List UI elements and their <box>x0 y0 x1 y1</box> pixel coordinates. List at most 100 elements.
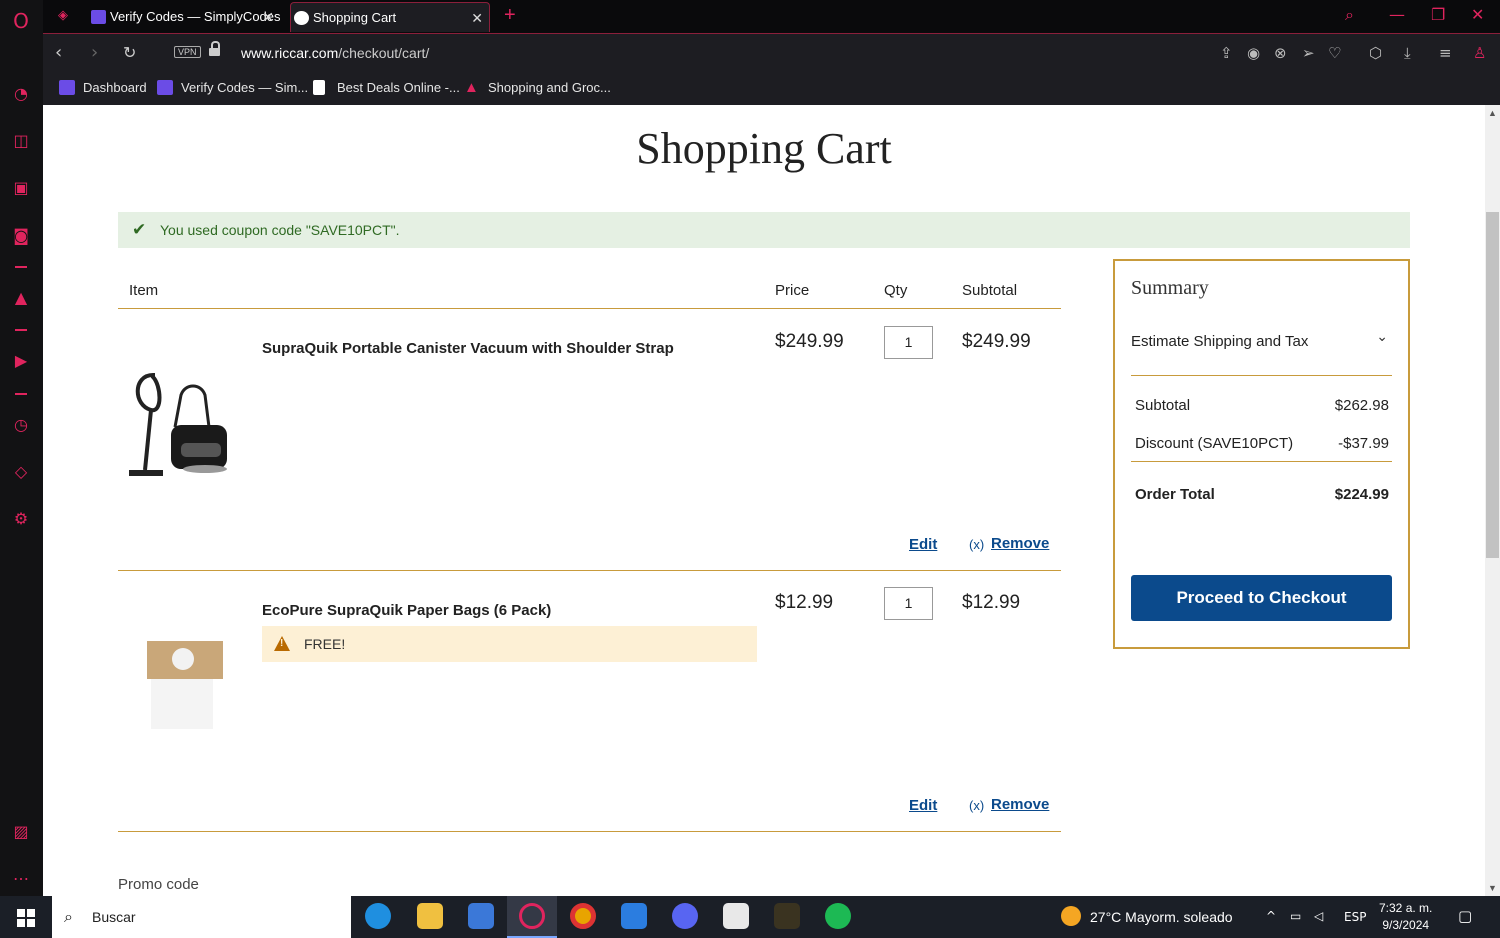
close-window-icon[interactable]: ✕ <box>1471 5 1484 24</box>
close-tab-icon[interactable]: ✕ <box>471 3 483 32</box>
bookmarks-bar: Dashboard Verify Codes — Sim... Best Dea… <box>43 72 1500 105</box>
product-name[interactable]: EcoPure SupraQuik Paper Bags (6 Pack) <box>262 602 551 619</box>
spotify-icon[interactable] <box>825 903 851 929</box>
reload-icon[interactable]: ↻ <box>123 43 136 62</box>
notifications-icon[interactable]: ▢ <box>1458 907 1472 925</box>
edit-item-button[interactable]: Edit <box>909 536 937 553</box>
summary-divider <box>1131 461 1392 462</box>
quantity-input[interactable]: 1 <box>884 326 933 359</box>
file-explorer-icon[interactable] <box>417 903 443 929</box>
scrollbar-thumb[interactable] <box>1486 212 1499 558</box>
pixlr-icon[interactable] <box>723 903 749 929</box>
checkmark-icon: ✔ <box>132 220 147 240</box>
promo-code-label[interactable]: Promo code <box>118 876 199 893</box>
bookmark-shopping-grocery[interactable]: ▲ Shopping and Groc... <box>464 80 611 95</box>
chrome-browser-icon[interactable] <box>570 903 596 929</box>
aliexpress-icon[interactable]: ▲ <box>10 287 32 309</box>
product-price: $249.99 <box>775 331 844 352</box>
language-indicator[interactable]: ESP <box>1344 910 1366 924</box>
shopping-bag-icon[interactable]: ◫ <box>10 130 32 152</box>
share-icon[interactable]: ⇪ <box>1220 44 1233 62</box>
taskbar-search[interactable]: ⌕ Buscar <box>52 896 351 938</box>
remove-x-icon[interactable]: (x) <box>969 798 984 813</box>
lock-icon[interactable] <box>209 41 220 56</box>
player-icon[interactable]: ▶ <box>10 350 32 372</box>
coupon-success-message: ✔ You used coupon code "SAVE10PCT". <box>118 212 1410 248</box>
tab-menu-icon[interactable]: ◈ <box>52 5 74 27</box>
profile-icon[interactable]: ♙ <box>1473 44 1486 62</box>
summary-divider <box>1131 375 1392 376</box>
extensions-cube-icon[interactable]: ◇ <box>10 461 32 483</box>
document-icon <box>313 80 325 95</box>
settings-gear-icon[interactable]: ⚙ <box>10 508 32 530</box>
estimate-shipping-toggle[interactable]: Estimate Shipping and Tax <box>1131 333 1308 350</box>
restore-icon[interactable]: ❐ <box>1431 5 1445 24</box>
table-divider <box>118 831 1061 832</box>
scroll-down-icon[interactable]: ▼ <box>1488 883 1497 893</box>
close-tab-icon[interactable]: ✕ <box>262 2 274 32</box>
new-tab-plus-icon[interactable]: + <box>504 4 516 27</box>
weather-text[interactable]: 27°C Mayorm. soleado <box>1090 909 1233 925</box>
summary-discount-value: -$37.99 <box>1338 435 1389 452</box>
opera-logo-icon[interactable]: O <box>10 10 32 32</box>
url-field[interactable]: www.riccar.com/checkout/cart/ <box>241 45 429 61</box>
product-name[interactable]: SupraQuik Portable Canister Vacuum with … <box>262 340 674 357</box>
bookmark-best-deals[interactable]: Best Deals Online -... <box>313 80 460 95</box>
remove-item-button[interactable]: Remove <box>991 796 1049 813</box>
easy-setup-icon[interactable]: ≡ <box>1439 44 1452 62</box>
edge-browser-icon[interactable] <box>365 903 391 929</box>
history-icon[interactable]: ◷ <box>10 414 32 436</box>
search-icon: ⌕ <box>64 907 73 926</box>
forward-arrow-icon[interactable]: › <box>91 42 98 63</box>
bookmark-label: Verify Codes — Sim... <box>181 80 309 95</box>
chevron-down-icon[interactable]: ⌄ <box>1376 329 1388 345</box>
sidebar-separator <box>15 393 27 395</box>
scroll-up-icon[interactable]: ▲ <box>1488 108 1497 118</box>
bookmark-dashboard[interactable]: Dashboard <box>59 80 147 95</box>
vpn-badge[interactable]: VPN <box>174 46 201 58</box>
tray-chevron-up-icon[interactable]: ^ <box>1266 909 1276 923</box>
tab-label: Verify Codes — SimplyCodes <box>110 9 280 24</box>
proceed-to-checkout-button[interactable]: Proceed to Checkout <box>1131 575 1392 621</box>
vacuum-product-image[interactable] <box>123 355 235 485</box>
globe-favicon-icon <box>294 11 309 25</box>
tab-verify-codes[interactable]: Verify Codes — SimplyCodes ✕ <box>88 2 280 32</box>
back-arrow-icon[interactable]: ‹ <box>55 42 62 63</box>
instagram-icon[interactable]: ◙ <box>10 225 32 247</box>
tab-label: Shopping Cart <box>313 10 397 25</box>
search-placeholder: Buscar <box>92 909 136 925</box>
adblock-icon[interactable]: ⊗ <box>1274 44 1287 62</box>
quantity-input[interactable]: 1 <box>884 587 933 620</box>
volume-icon[interactable]: ◁ <box>1314 909 1323 923</box>
extensions-icon[interactable]: ⬡ <box>1369 44 1382 62</box>
remove-item-button[interactable]: Remove <box>991 535 1049 552</box>
tab-shopping-cart[interactable]: Shopping Cart ✕ <box>290 2 490 32</box>
search-tabs-icon[interactable]: ⌕ <box>1345 5 1354 25</box>
opera-browser-icon[interactable] <box>519 903 545 929</box>
windows-taskbar: ⌕ Buscar 27°C Mayorm. soleado ^ ▭ ◁ ESP … <box>0 896 1500 938</box>
discord-icon[interactable] <box>672 903 698 929</box>
minimize-icon[interactable]: — <box>1389 5 1405 24</box>
twitch-icon[interactable]: ▣ <box>10 177 32 199</box>
network-icon[interactable]: ▭ <box>1290 909 1301 923</box>
mail-icon[interactable] <box>621 903 647 929</box>
send-icon[interactable]: ➢ <box>1302 44 1315 62</box>
game-launcher-icon[interactable] <box>774 903 800 929</box>
paper-bag-product-image[interactable] <box>143 635 227 731</box>
speed-dial-icon[interactable]: ◔ <box>10 83 32 105</box>
heart-icon[interactable]: ♡ <box>1328 44 1341 62</box>
windows-start-icon[interactable] <box>17 909 35 927</box>
summary-subtotal-label: Subtotal <box>1135 397 1191 414</box>
more-icon[interactable]: … <box>10 864 32 886</box>
remove-x-icon[interactable]: (x) <box>969 537 984 552</box>
gallery-icon[interactable]: ▨ <box>10 821 32 843</box>
camera-icon[interactable]: ◉ <box>1247 44 1260 62</box>
product-subtotal: $12.99 <box>962 592 1021 613</box>
bookmark-verify-codes[interactable]: Verify Codes — Sim... <box>157 80 308 95</box>
col-header-qty: Qty <box>884 282 908 299</box>
edit-item-button[interactable]: Edit <box>909 797 937 814</box>
weather-sun-icon[interactable] <box>1061 906 1081 926</box>
microsoft-store-icon[interactable] <box>468 903 494 929</box>
system-clock[interactable]: 7:32 a. m. 9/3/2024 <box>1379 900 1432 934</box>
download-icon[interactable]: ⤓ <box>1404 44 1411 62</box>
